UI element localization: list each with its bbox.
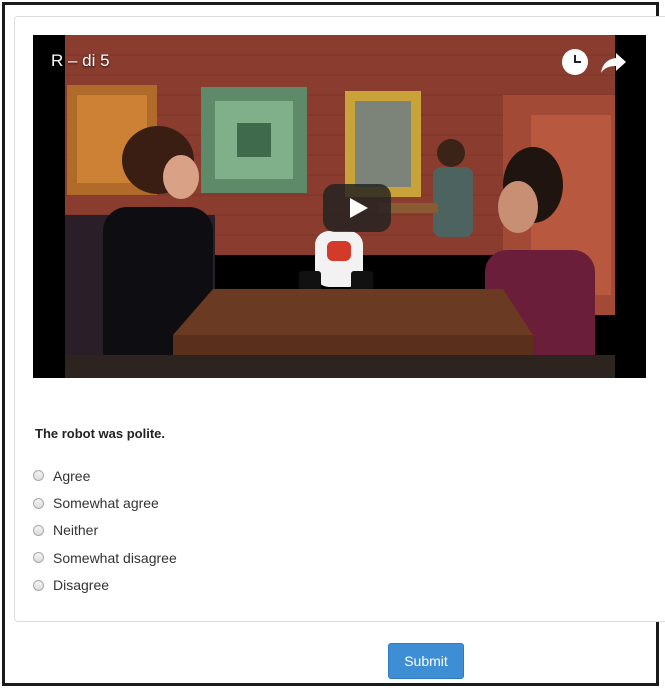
option-label: Somewhat agree [53,495,159,512]
option-label: Neither [53,522,99,539]
radio-icon[interactable] [33,470,44,482]
option-disagree[interactable]: Disagree [33,572,177,599]
option-somewhat-agree[interactable]: Somewhat agree [33,489,177,516]
option-label: Disagree [53,577,110,594]
radio-icon[interactable] [33,524,44,536]
option-agree[interactable]: Agree [33,462,177,489]
watch-later-icon[interactable] [562,49,588,75]
radio-icon[interactable] [33,497,44,509]
answer-options: Agree Somewhat agree Neither Somewhat di… [33,462,177,599]
option-label: Agree [53,467,91,484]
option-label: Somewhat disagree [53,549,177,566]
option-neither[interactable]: Neither [33,517,177,544]
share-icon[interactable] [598,47,628,77]
radio-icon[interactable] [33,579,44,591]
submit-button[interactable]: Submit [388,643,464,679]
video-player[interactable]: R – di 5 [33,35,646,378]
video-title: R – di 5 [51,51,110,70]
option-somewhat-disagree[interactable]: Somewhat disagree [33,544,177,571]
survey-question: The robot was polite. [35,426,166,441]
radio-icon[interactable] [33,552,44,564]
play-icon[interactable] [323,184,391,232]
